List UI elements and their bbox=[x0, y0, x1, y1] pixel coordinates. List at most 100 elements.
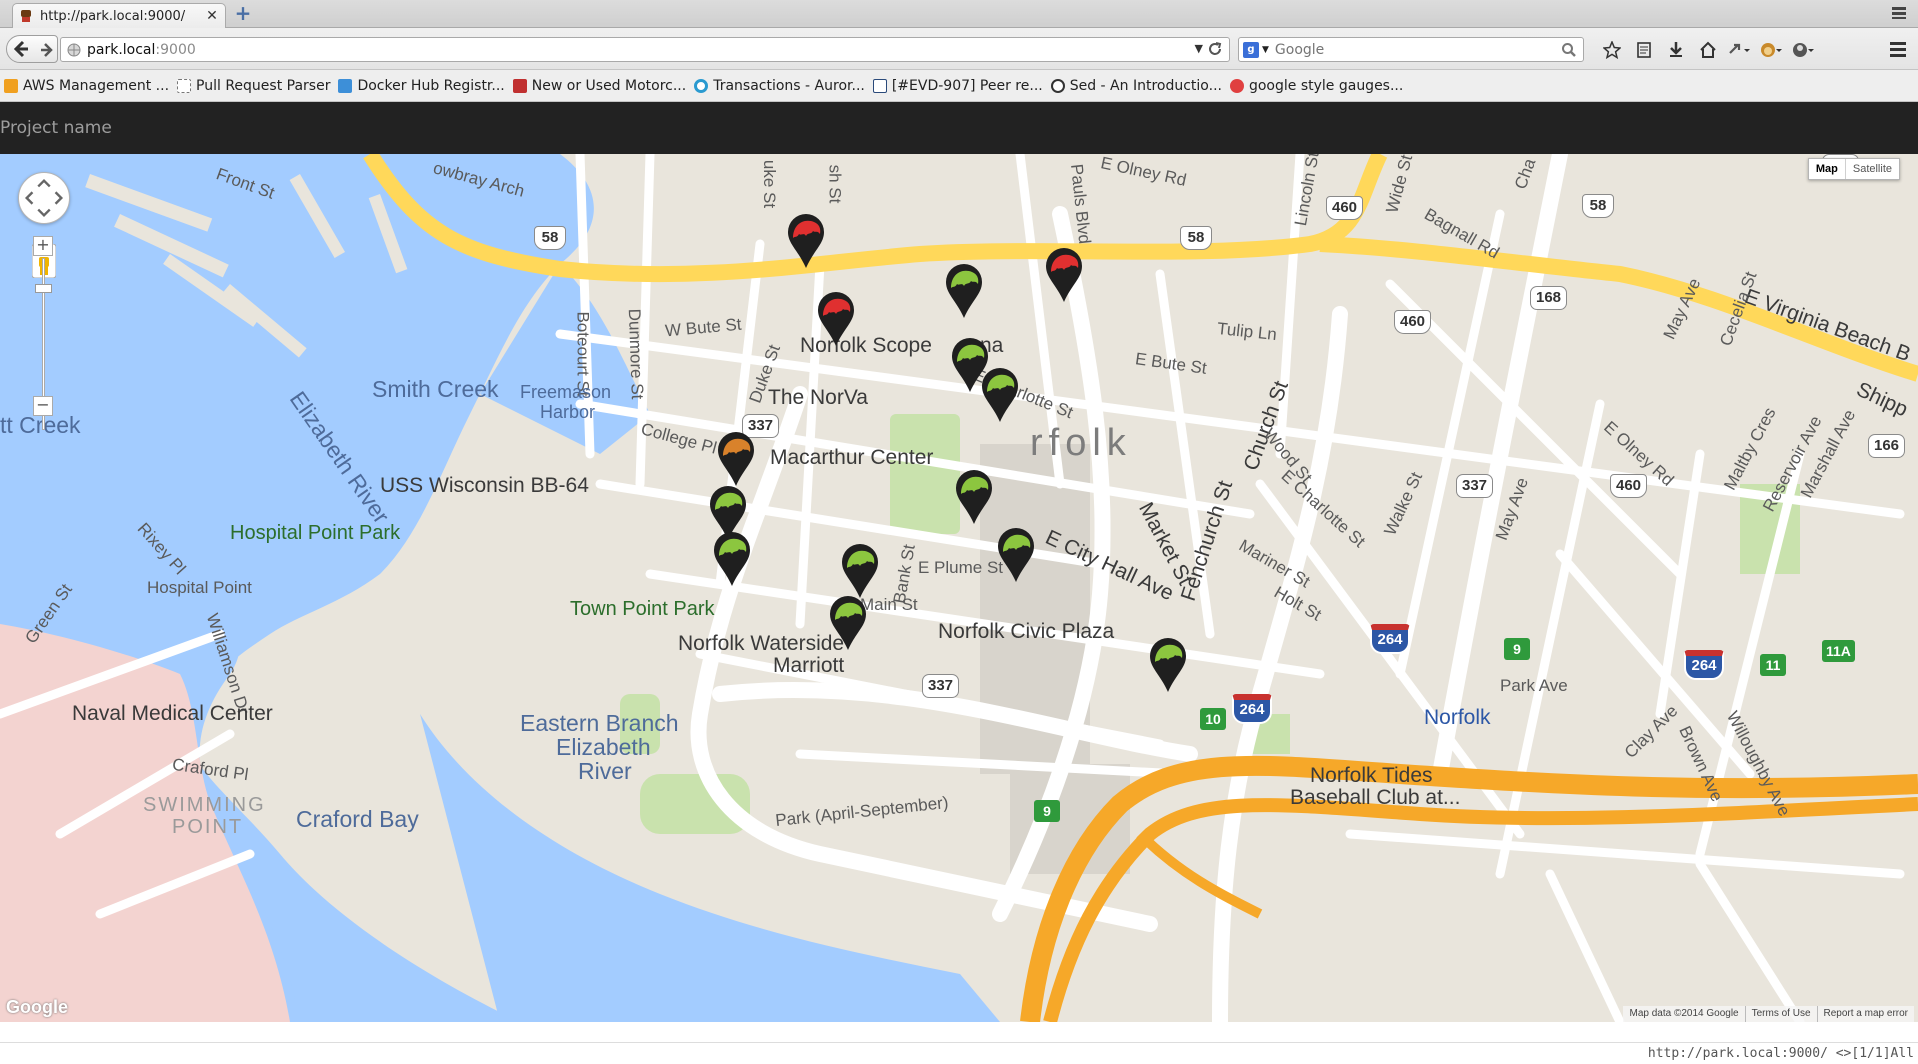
pan-control-icon[interactable] bbox=[18, 172, 70, 224]
bookmark-item[interactable]: Transactions - Auror... bbox=[694, 78, 865, 94]
poi-label: The NorVa bbox=[768, 386, 868, 409]
tab-list-icon[interactable] bbox=[1890, 5, 1908, 21]
parking-marker-available[interactable] bbox=[710, 528, 754, 588]
route-shield: 168 bbox=[1530, 286, 1568, 310]
home-icon[interactable] bbox=[1692, 39, 1724, 61]
bookmark-favicon-icon bbox=[177, 78, 192, 93]
bookmark-item[interactable]: Pull Request Parser bbox=[177, 78, 330, 94]
poi-label: Marriott bbox=[773, 654, 845, 677]
zoom-out-button[interactable]: − bbox=[33, 396, 53, 416]
url-host: park.local bbox=[87, 41, 156, 58]
exit-marker: 10 bbox=[1200, 708, 1226, 730]
bookmark-star-icon[interactable] bbox=[1596, 39, 1628, 61]
route-shield: 460 bbox=[1610, 474, 1648, 498]
account-extension-icon[interactable] bbox=[1788, 39, 1820, 61]
zoom-in-button[interactable]: + bbox=[33, 236, 53, 256]
bookmark-item[interactable]: New or Used Motorc... bbox=[512, 77, 687, 94]
poi-label: Macarthur Center bbox=[770, 446, 934, 469]
map-canvas[interactable]: Front St owbray Arch uke St sh St Pauls … bbox=[0, 154, 1918, 1022]
menu-icon[interactable] bbox=[1888, 39, 1908, 59]
address-bar[interactable]: park.local :9000 ▼ bbox=[60, 37, 1230, 62]
back-arrow-icon[interactable] bbox=[11, 39, 31, 59]
parking-marker-limited[interactable] bbox=[714, 428, 758, 488]
url-port: :9000 bbox=[155, 41, 196, 58]
route-shield: 460 bbox=[1394, 310, 1432, 334]
poi-label: USS Wisconsin BB-64 bbox=[380, 474, 589, 497]
water-label: tt Creek bbox=[0, 412, 81, 438]
bookmark-favicon-icon bbox=[338, 78, 353, 93]
parking-marker-available[interactable] bbox=[994, 524, 1038, 584]
parking-marker-available[interactable] bbox=[978, 364, 1022, 424]
forward-arrow-icon[interactable] bbox=[39, 42, 55, 58]
bookmark-label: New or Used Motorc... bbox=[531, 77, 687, 94]
area-label: rfolk bbox=[1030, 422, 1132, 464]
report-error-link[interactable]: Report a map error bbox=[1816, 1006, 1914, 1022]
parking-marker-available[interactable] bbox=[942, 260, 986, 320]
bookmarks-toolbar: AWS Management ... Pull Request Parser D… bbox=[0, 70, 1918, 102]
brand-link[interactable]: Project name bbox=[0, 118, 112, 138]
poi-label: Baseball Club at... bbox=[1290, 786, 1461, 809]
parking-marker-full[interactable] bbox=[1042, 244, 1086, 304]
parking-marker-available[interactable] bbox=[952, 466, 996, 526]
bookmark-item[interactable]: AWS Management ... bbox=[4, 78, 169, 94]
map-type-map-button[interactable]: Map bbox=[1809, 159, 1845, 179]
globe-icon bbox=[67, 43, 81, 56]
route-shield: 337 bbox=[1456, 474, 1494, 498]
search-bar: g ▼ bbox=[1238, 37, 1584, 62]
bookmark-item[interactable]: google style gauges... bbox=[1229, 78, 1403, 94]
search-input[interactable] bbox=[1274, 41, 1561, 58]
parking-marker-available[interactable] bbox=[826, 592, 870, 652]
tab-title: http://park.local:9000/ bbox=[40, 8, 186, 24]
parking-marker-limited[interactable] bbox=[1146, 634, 1190, 694]
download-icon[interactable] bbox=[1660, 39, 1692, 61]
map-type-satellite-button[interactable]: Satellite bbox=[1844, 159, 1899, 179]
street-label: Park Ave bbox=[1500, 676, 1568, 695]
bookmark-item[interactable]: Docker Hub Registr... bbox=[338, 78, 505, 94]
park-label: Hospital Point Park bbox=[230, 522, 401, 544]
route-shield: 58 bbox=[1180, 226, 1212, 250]
engine-dropdown-icon[interactable]: ▼ bbox=[1262, 45, 1269, 55]
exit-marker: 9 bbox=[1504, 638, 1530, 660]
bookmark-favicon-icon bbox=[1050, 78, 1065, 93]
water-label: Harbor bbox=[540, 402, 596, 422]
bookmark-favicon-icon bbox=[872, 78, 887, 93]
terms-link[interactable]: Terms of Use bbox=[1744, 1006, 1817, 1022]
interstate-shield: 264 bbox=[1370, 624, 1410, 654]
reload-icon[interactable] bbox=[1207, 41, 1223, 57]
route-shield: 58 bbox=[1582, 194, 1614, 218]
street-label: sh St bbox=[825, 164, 845, 204]
route-shield: 460 bbox=[1326, 196, 1364, 220]
map-attribution: Map data ©2014 Google Terms of Use Repor… bbox=[1623, 1006, 1914, 1022]
google-logo: Google bbox=[6, 997, 68, 1017]
bookmark-favicon-icon bbox=[4, 78, 18, 93]
street-label: uke St bbox=[760, 159, 780, 209]
water-label: Eastern Branch bbox=[520, 710, 679, 736]
water-label: River bbox=[578, 758, 632, 784]
bookmark-item[interactable]: [#EVD-907] Peer re... bbox=[872, 77, 1043, 94]
poi-label: Norfolk Civic Plaza bbox=[938, 620, 1115, 643]
water-label: Elizabeth bbox=[556, 734, 651, 760]
bookmark-label: Sed - An Introductio... bbox=[1069, 77, 1222, 94]
history-dropdown-icon[interactable]: ▼ bbox=[1195, 42, 1203, 55]
parking-marker-full[interactable] bbox=[814, 288, 858, 348]
addon-tool-icon[interactable] bbox=[1724, 39, 1756, 61]
water-label: Freemason bbox=[520, 382, 612, 402]
search-icon[interactable] bbox=[1561, 42, 1577, 58]
poi-label: Norfolk bbox=[1424, 706, 1491, 729]
google-engine-icon[interactable]: g bbox=[1243, 41, 1259, 58]
bookmark-favicon-icon bbox=[694, 78, 709, 93]
monkey-extension-icon[interactable] bbox=[1756, 39, 1788, 61]
zoom-slider-handle[interactable] bbox=[35, 284, 52, 293]
water-label: Smith Creek bbox=[372, 376, 499, 402]
reading-list-icon[interactable] bbox=[1628, 39, 1660, 61]
close-tab-icon[interactable]: ✕ bbox=[205, 8, 219, 24]
bookmark-label: [#EVD-907] Peer re... bbox=[891, 77, 1043, 94]
map-data-credit: Map data ©2014 Google bbox=[1629, 1008, 1739, 1019]
browser-tab[interactable]: http://park.local:9000/ ✕ bbox=[12, 3, 226, 28]
bookmark-item[interactable]: Sed - An Introductio... bbox=[1050, 77, 1222, 94]
parking-marker-full[interactable] bbox=[784, 210, 828, 270]
parking-marker-available[interactable] bbox=[838, 540, 882, 600]
street-label: Dunmore St bbox=[624, 308, 647, 400]
new-tab-icon[interactable]: + bbox=[232, 3, 254, 24]
poi-label: Norfolk Waterside bbox=[678, 632, 845, 655]
